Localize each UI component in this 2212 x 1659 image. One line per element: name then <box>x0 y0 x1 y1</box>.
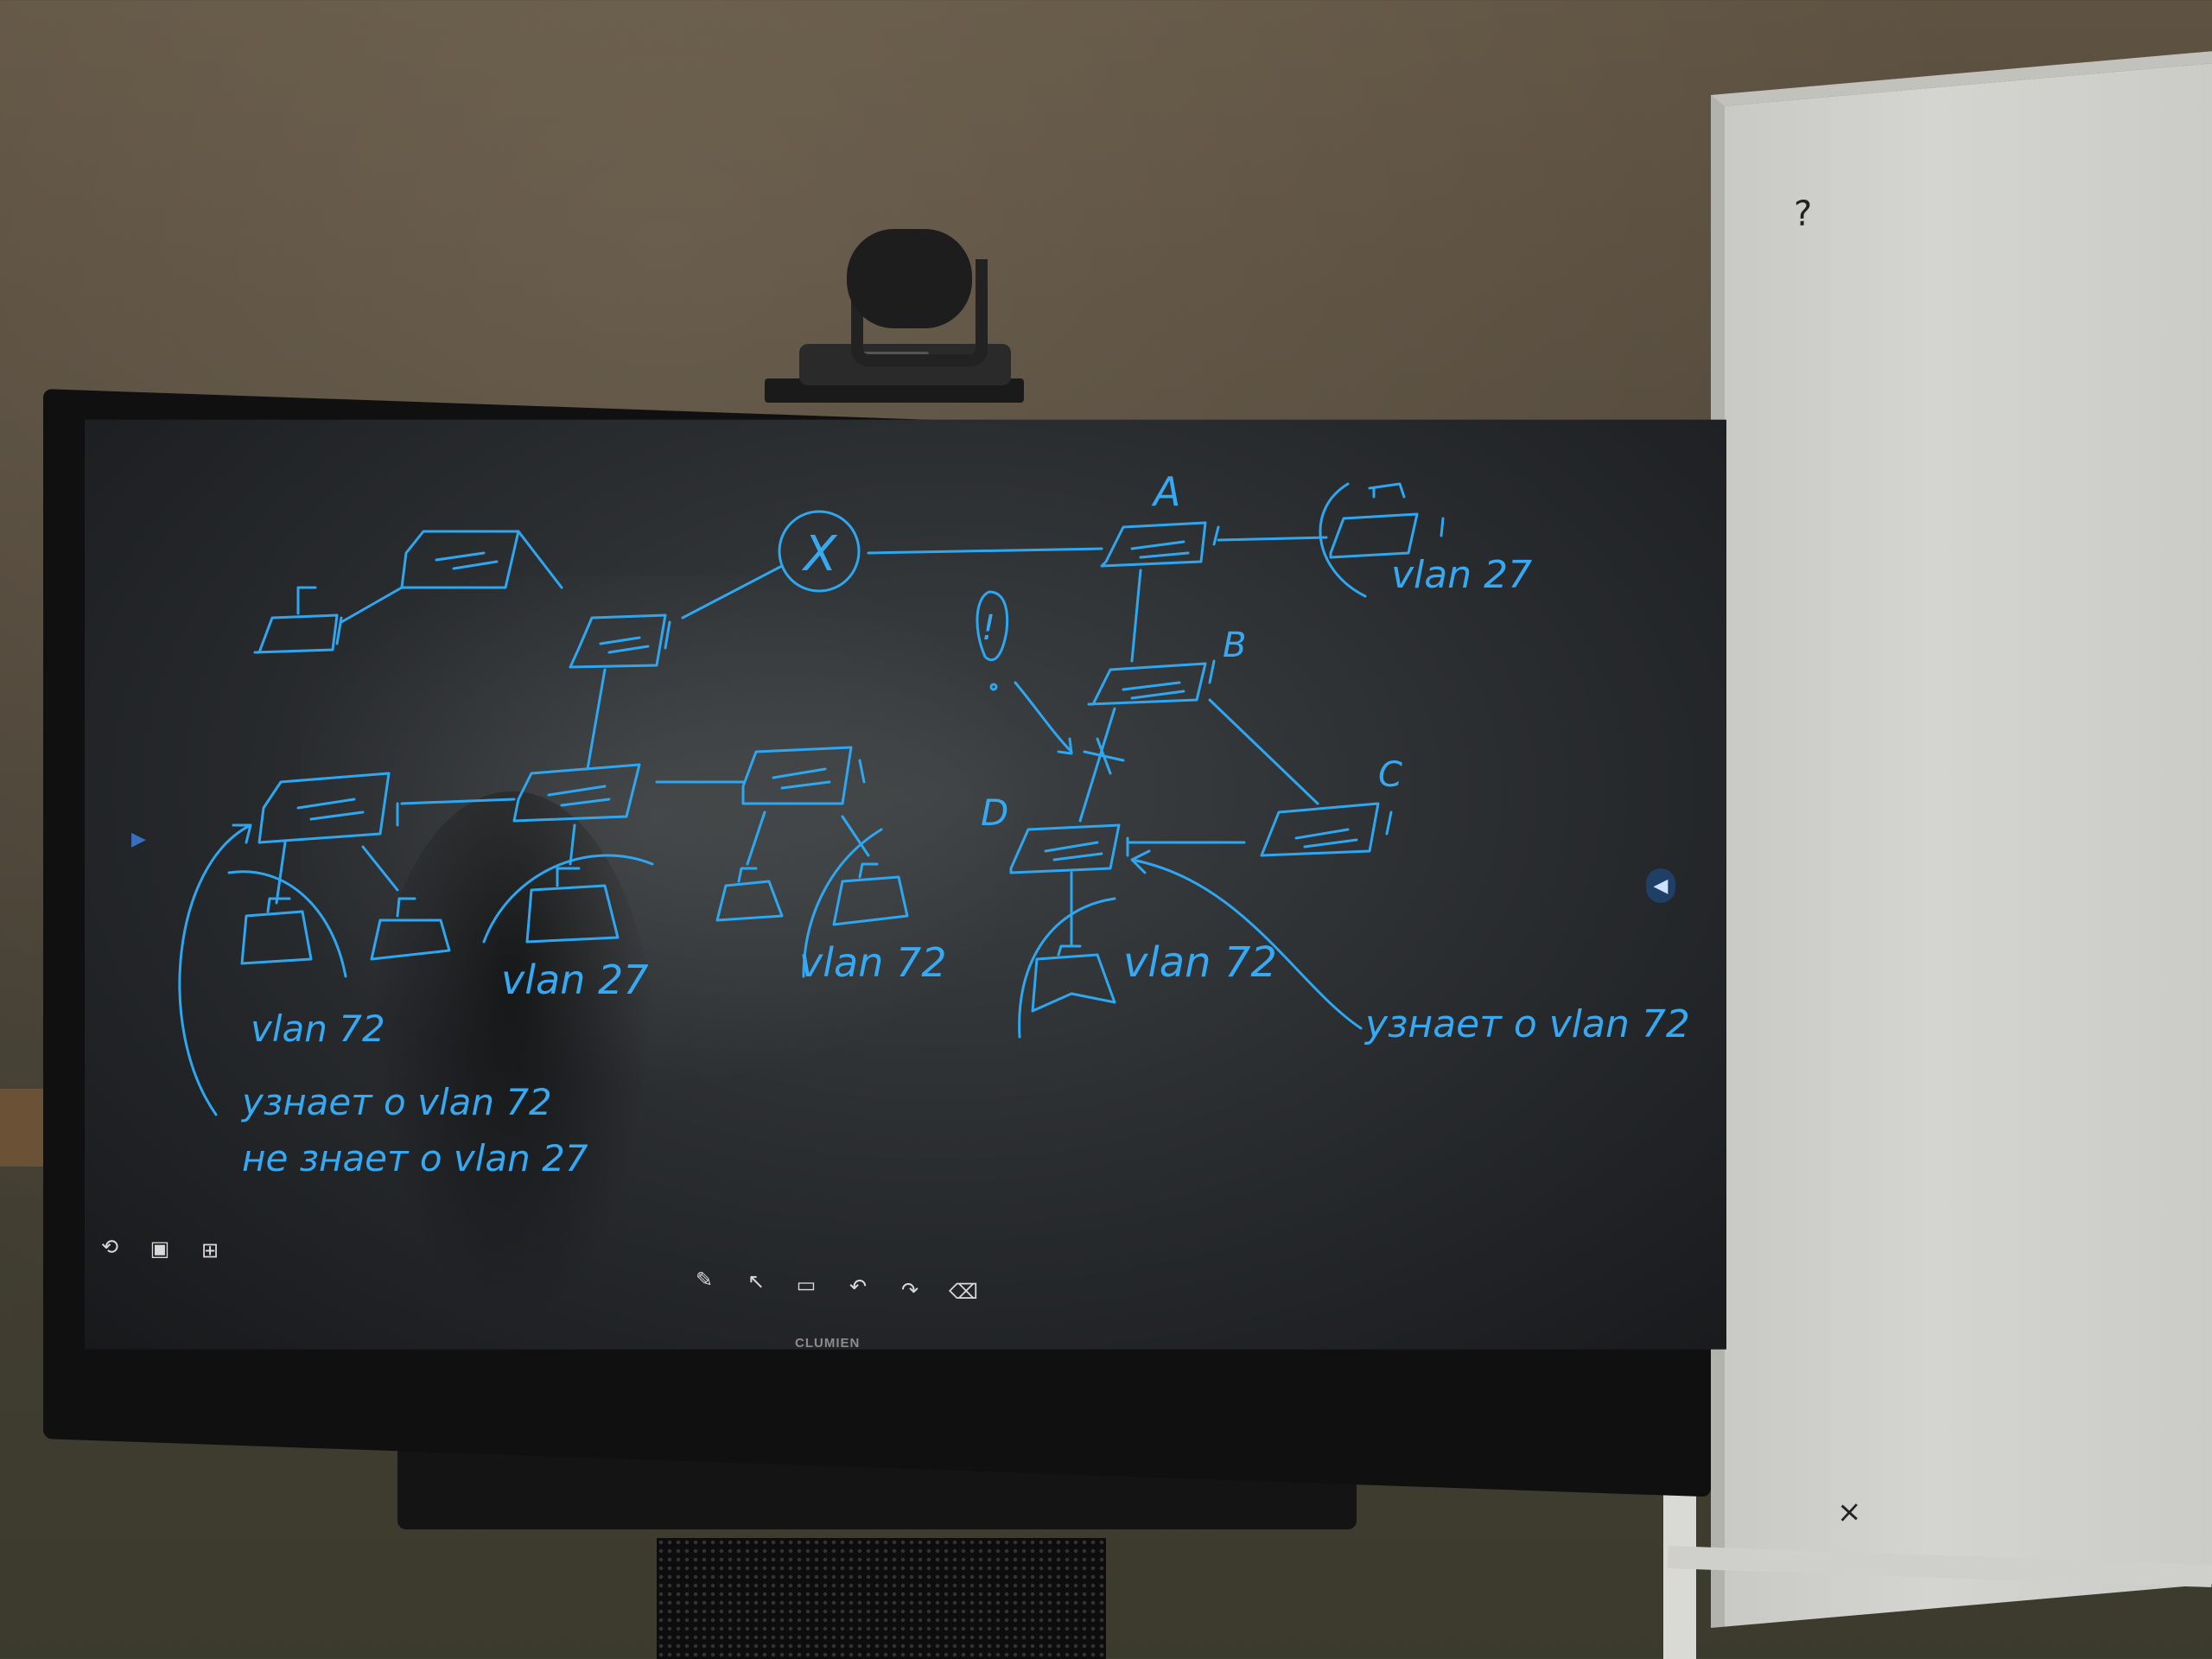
note-right: узнает о vlan 72 <box>1363 1002 1690 1046</box>
switch-a <box>1100 521 1207 568</box>
warning-bubble <box>976 590 1125 775</box>
label-c: C <box>1378 755 1402 795</box>
expand-right-arrow-icon[interactable]: ◀ <box>1646 868 1675 903</box>
qr-icon[interactable]: ⊞ <box>197 1239 223 1263</box>
expand-left-arrow-icon[interactable]: ▶ <box>131 828 146 850</box>
links <box>275 517 1445 948</box>
vlan-label-top-right: vlan 27 <box>1391 553 1532 597</box>
host-d <box>1031 944 1116 1013</box>
switch-upper <box>569 613 667 669</box>
switch-mid-left <box>257 772 391 844</box>
host-right-1 <box>715 867 784 922</box>
eraser-icon[interactable]: ⌫ <box>949 1281 978 1305</box>
router-x-label: X <box>801 526 838 582</box>
label-d: D <box>981 791 1008 834</box>
host-top-left <box>253 586 339 654</box>
host-left-2 <box>370 897 451 961</box>
network-diagram: X A B C D ! vlan 27 vlan 72 vlan 27 vlan… <box>178 468 1690 1179</box>
undo-icon[interactable]: ↶ <box>845 1275 871 1300</box>
pen-icon[interactable]: ✎ <box>691 1268 717 1293</box>
vlan-label-center-right: vlan 72 <box>799 939 947 986</box>
label-a: A <box>1151 468 1180 515</box>
switch-mid-right <box>741 746 853 805</box>
vlan-label-d: vlan 72 <box>1123 938 1277 987</box>
label-b: B <box>1223 626 1246 665</box>
vlan-label-center: vlan 27 <box>501 957 649 1003</box>
switch-c <box>1260 802 1380 857</box>
redo-icon[interactable]: ↷ <box>897 1279 923 1303</box>
select-icon[interactable]: ↖ <box>743 1270 769 1294</box>
whiteboard-icon[interactable]: ▭ <box>793 1274 819 1298</box>
host-right-2 <box>832 862 909 926</box>
back-icon[interactable]: ⟲ <box>97 1236 123 1260</box>
host-left-1 <box>240 897 313 965</box>
warning-mark: ! <box>982 608 995 648</box>
save-icon[interactable]: ▣ <box>147 1237 173 1262</box>
switch-b <box>1087 662 1207 706</box>
switch-d <box>1009 823 1121 874</box>
switch-top-left <box>400 530 520 589</box>
switch-mid-center <box>512 763 641 823</box>
note-left-line2: не знает о vlan 27 <box>242 1137 588 1179</box>
switch-top-right <box>1329 482 1419 559</box>
note-left-line1: узнает о vlan 72 <box>240 1081 552 1123</box>
vlan-label-left: vlan 72 <box>251 1007 385 1050</box>
host-center <box>525 867 620 944</box>
